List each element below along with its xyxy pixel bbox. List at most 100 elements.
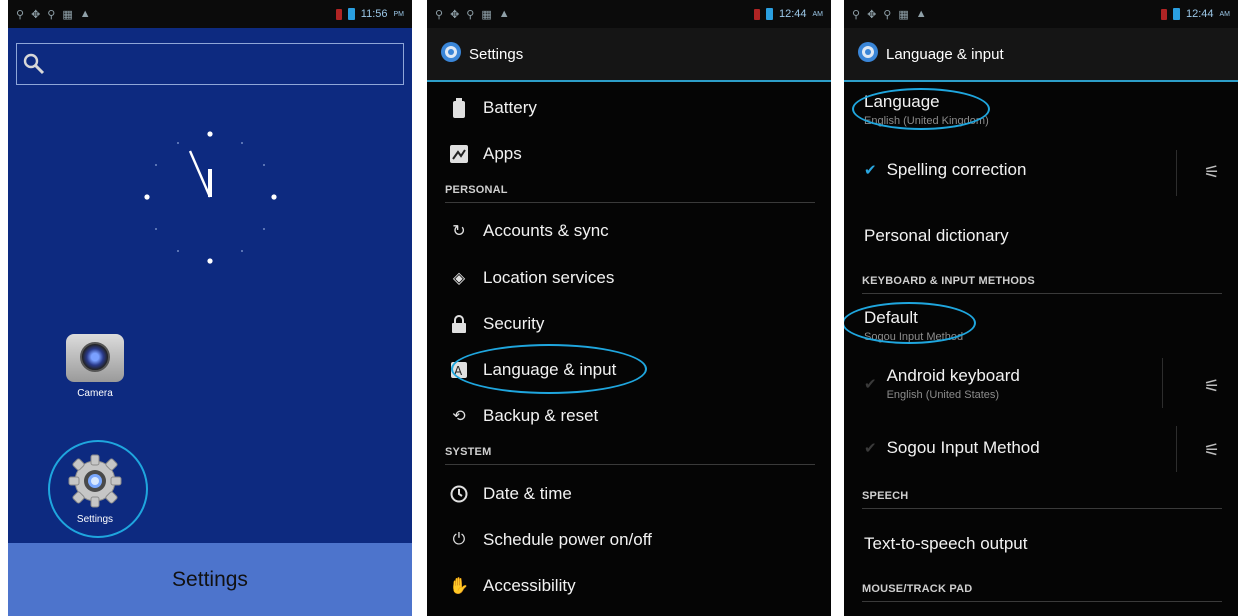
section-header-system: SYSTEM [445, 446, 815, 465]
signal-icon [753, 8, 760, 20]
keyboard-title: Android keyboard [886, 366, 1020, 385]
battery-icon [1172, 8, 1180, 20]
svg-text:A: A [454, 364, 463, 378]
settings-screen: ⚲ ✥ ⚲ ▦ ▲ 12:44 AM Settings Battery Apps… [427, 0, 831, 616]
settings-sliders-icon[interactable]: ⚟ [1204, 376, 1220, 397]
sd-card-icon: ▦ [898, 8, 909, 21]
settings-item-apps[interactable]: Apps [427, 134, 831, 174]
status-ampm: AM [812, 10, 824, 18]
page-title: Language & input [886, 45, 1004, 63]
notification-icons: ⚲ ✥ ⚲ ▦ ▲ [852, 8, 927, 21]
android-keyboard-row[interactable]: ✔ Android keyboard English (United State… [864, 366, 1238, 401]
tts-label: Text-to-speech output [864, 534, 1028, 553]
spelling-label: Spelling correction [886, 160, 1027, 179]
backup-icon: ⟲ [452, 408, 466, 425]
personal-dictionary-row[interactable]: Personal dictionary [864, 226, 1238, 246]
settings-item-label: Security [483, 314, 545, 333]
camera-icon [66, 334, 124, 382]
checkbox-disabled-icon[interactable]: ✔ [864, 375, 877, 393]
language-title: Language [864, 92, 940, 111]
status-ampm: PM [393, 10, 405, 18]
camera-app[interactable]: Camera [58, 334, 132, 399]
usb-icon: ⚲ [883, 8, 892, 21]
keyboard-subtitle: English (United States) [886, 389, 1000, 401]
settings-item-label: Accessibility [483, 576, 576, 595]
settings-item-battery[interactable]: Battery [427, 88, 831, 128]
signal-icon [335, 8, 342, 20]
usb-icon: ⚲ [852, 8, 861, 21]
notification-icons: ⚲ ✥ ⚲ ▦ ▲ [16, 8, 91, 21]
battery-icon [347, 8, 355, 20]
language-input-screen: ⚲ ✥ ⚲ ▦ ▲ 12:44 AM Language & input Lang… [844, 0, 1238, 616]
settings-label: Settings [76, 514, 114, 525]
settings-item-accounts[interactable]: ↻ Accounts & sync [427, 211, 831, 251]
settings-item-language[interactable]: A Language & input [427, 350, 831, 390]
default-subtitle: Sogou Input Method [864, 331, 964, 343]
language-setting[interactable]: Language English (United Kingdom) [864, 92, 1238, 127]
default-input-row[interactable]: Default Sogou Input Method [864, 308, 1238, 343]
language-subtitle: English (United Kingdom) [864, 115, 989, 127]
battery-icon [765, 8, 773, 20]
status-ampm: AM [1219, 10, 1231, 18]
settings-item-location[interactable]: ◈ Location services [427, 258, 831, 298]
debug-icon: ✥ [450, 8, 460, 21]
warning-icon: ▲ [79, 8, 91, 20]
settings-app[interactable]: Settings [58, 452, 132, 525]
settings-item-label: Apps [483, 144, 522, 163]
settings-app-bar: Settings [427, 28, 831, 82]
settings-item-label: Date & time [483, 484, 572, 503]
settings-item-schedule-power[interactable]: ⏻ Schedule power on/off [427, 520, 831, 560]
section-header-keyboard: KEYBOARD & INPUT METHODS [862, 275, 1222, 294]
debug-icon: ✥ [31, 8, 41, 21]
search-icon [23, 53, 45, 75]
usb-icon: ⚲ [16, 8, 25, 21]
warning-icon: ▲ [915, 8, 927, 20]
settings-item-backup[interactable]: ⟲ Backup & reset [427, 396, 831, 436]
status-time: 12:44 [1185, 8, 1214, 20]
settings-item-label: Backup & reset [483, 406, 599, 425]
default-title: Default [864, 308, 918, 327]
keyboard-title: Sogou Input Method [886, 438, 1040, 457]
warning-icon: ▲ [498, 8, 510, 20]
status-bar: ⚲ ✥ ⚲ ▦ ▲ 11:56 PM [8, 0, 412, 28]
usb-icon: ⚲ [466, 8, 475, 21]
settings-gear-icon [856, 40, 880, 68]
search-bar[interactable] [16, 43, 404, 85]
status-time: 12:44 [778, 8, 807, 20]
settings-gear-icon [439, 40, 463, 68]
settings-item-label: Accounts & sync [483, 221, 609, 240]
clock-icon [449, 484, 469, 504]
status-bar: ⚲ ✥ ⚲ ▦ ▲ 12:44 AM [427, 0, 831, 28]
settings-sliders-icon[interactable]: ⚟ [1204, 440, 1220, 461]
settings-item-date-time[interactable]: Date & time [427, 474, 831, 514]
spelling-correction-row[interactable]: ✔ Spelling correction [864, 160, 1238, 180]
settings-item-security[interactable]: Security [427, 304, 831, 344]
analog-clock-widget[interactable] [138, 125, 283, 270]
signal-icon [1160, 8, 1167, 20]
divider [1176, 426, 1177, 472]
caption-banner: Settings [8, 543, 412, 616]
settings-item-label: Language & input [483, 360, 617, 379]
divider [1162, 358, 1163, 408]
page-title: Settings [469, 45, 524, 63]
location-icon: ◈ [452, 270, 466, 287]
status-bar: ⚲ ✥ ⚲ ▦ ▲ 12:44 AM [844, 0, 1238, 28]
section-header-mouse: MOUSE/TRACK PAD [862, 583, 1222, 602]
status-time: 11:56 [360, 8, 388, 20]
settings-item-accessibility[interactable]: ✋ Accessibility [427, 566, 831, 606]
debug-icon: ✥ [867, 8, 877, 21]
lock-icon [449, 314, 469, 334]
sogou-input-row[interactable]: ✔ Sogou Input Method [864, 438, 1238, 458]
checkbox-checked-icon[interactable]: ✔ [864, 161, 877, 179]
settings-sliders-icon[interactable]: ⚟ [1204, 162, 1220, 183]
language-app-bar: Language & input [844, 28, 1238, 82]
tts-output-row[interactable]: Text-to-speech output [864, 534, 1238, 554]
camera-label: Camera [77, 388, 113, 399]
apps-icon [449, 144, 469, 164]
section-header-speech: SPEECH [862, 490, 1222, 509]
power-schedule-icon: ⏻ [452, 531, 466, 548]
language-icon: A [449, 360, 469, 380]
settings-item-label: Location services [483, 268, 615, 287]
checkbox-disabled-icon[interactable]: ✔ [864, 439, 877, 457]
battery-icon [449, 98, 469, 118]
